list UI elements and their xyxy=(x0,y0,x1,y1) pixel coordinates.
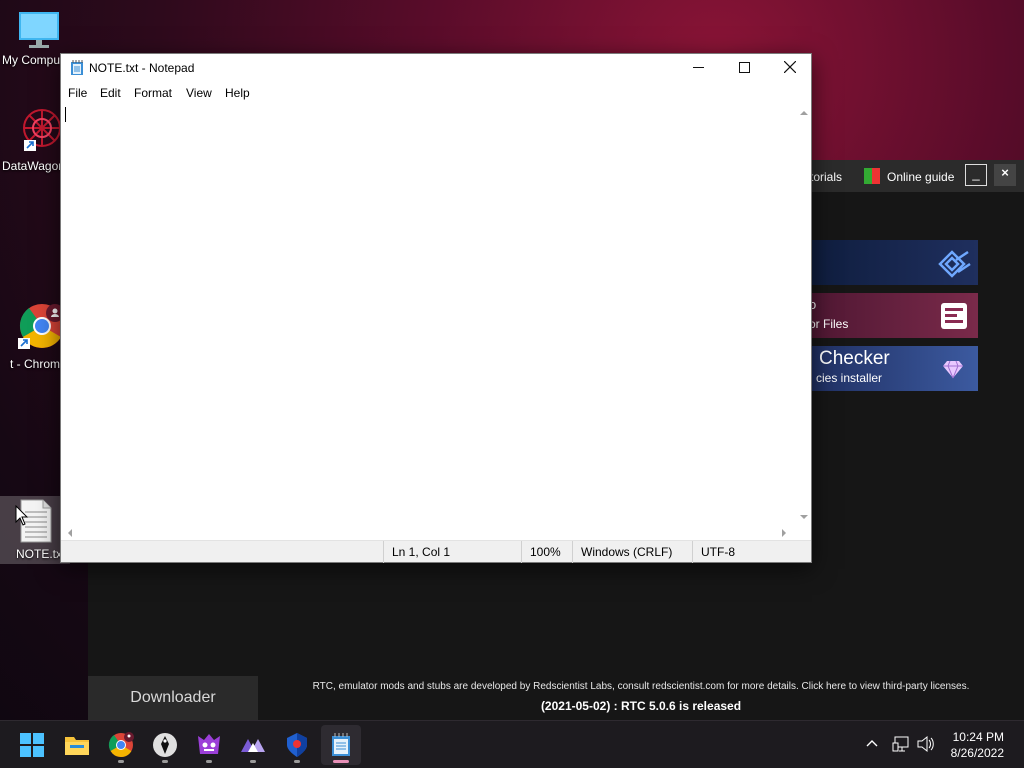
running-indicator xyxy=(250,760,256,763)
horizontal-scrollbar[interactable] xyxy=(61,526,797,540)
cursor-position: Ln 1, Col 1 xyxy=(383,541,521,563)
menu-help[interactable]: Help xyxy=(225,86,250,100)
mouse-pointer-icon xyxy=(15,505,29,526)
title-bar[interactable]: NOTE.txt - Notepad xyxy=(61,54,811,82)
notepad-icon xyxy=(71,60,83,75)
card-title: Checker xyxy=(819,348,890,369)
pcsx2-logo-icon xyxy=(938,250,971,278)
windows-logo-icon xyxy=(20,733,44,757)
launcher-card-1[interactable] xyxy=(788,240,978,285)
folder-icon xyxy=(65,737,89,755)
launcher-minimize-button[interactable]: _ xyxy=(965,164,987,186)
file-list-icon xyxy=(941,303,967,329)
diamond-icon xyxy=(943,360,963,379)
menu-bar: File Edit Format View Help xyxy=(61,82,811,104)
text-editor-area[interactable] xyxy=(61,104,797,526)
shield-icon xyxy=(287,733,307,757)
close-icon xyxy=(783,60,797,74)
running-indicator xyxy=(206,760,212,763)
computer-icon xyxy=(19,12,59,48)
taskbar-app-bird[interactable] xyxy=(145,725,185,765)
taskbar-app-triangle[interactable] xyxy=(233,725,273,765)
triangles-logo-icon xyxy=(241,739,265,752)
clock-time: 10:24 PM xyxy=(952,730,1004,744)
card-subtitle: cies installer xyxy=(816,371,883,385)
monster-logo-icon xyxy=(198,734,220,754)
downloader-button[interactable]: Downloader xyxy=(88,676,258,720)
taskbar-app-shield[interactable] xyxy=(277,725,317,765)
launcher-close-button[interactable]: × xyxy=(994,164,1016,186)
menu-view[interactable]: View xyxy=(186,86,212,100)
zoom-level: 100% xyxy=(521,541,572,563)
menu-edit[interactable]: Edit xyxy=(100,86,121,100)
clock-date: 8/26/2022 xyxy=(950,746,1004,760)
start-button[interactable] xyxy=(12,725,52,765)
chrome-icon xyxy=(108,732,134,758)
taskbar-file-explorer[interactable] xyxy=(57,725,97,765)
launcher-card-3[interactable]: Checker cies installer xyxy=(788,346,978,391)
notepad-icon xyxy=(332,733,350,756)
credits-text[interactable]: RTC, emulator mods and stubs are develop… xyxy=(288,681,994,692)
release-text: (2021-05-02) : RTC 5.0.6 is released xyxy=(540,699,742,713)
card-subtitle: or Files xyxy=(809,317,849,331)
show-hidden-icons-chevron-icon[interactable] xyxy=(864,736,880,753)
vertical-scrollbar[interactable] xyxy=(797,104,811,526)
menu-format[interactable]: Format xyxy=(134,86,172,100)
active-indicator xyxy=(333,760,349,763)
online-guide-tab[interactable]: Online guide xyxy=(887,166,954,188)
scroll-left-arrow-icon xyxy=(68,529,72,537)
network-icon[interactable] xyxy=(892,735,910,756)
maximize-icon xyxy=(738,62,750,73)
text-caret xyxy=(65,107,66,122)
window-title: NOTE.txt - Notepad xyxy=(89,61,195,75)
close-button[interactable] xyxy=(767,54,813,82)
maximize-button[interactable] xyxy=(721,54,767,82)
running-indicator xyxy=(118,760,124,763)
menu-file[interactable]: File xyxy=(68,86,87,100)
line-ending: Windows (CRLF) xyxy=(572,541,692,563)
minimize-button[interactable] xyxy=(675,54,721,82)
launcher-card-2[interactable]: o or Files xyxy=(788,293,978,338)
online-guide-icon xyxy=(864,168,880,184)
taskbar-notepad[interactable] xyxy=(321,725,361,765)
taskbar: 10:24 PM 8/26/2022 xyxy=(0,720,1024,768)
minimize-icon xyxy=(692,67,704,68)
scroll-up-arrow-icon xyxy=(800,111,808,115)
tutorials-tab[interactable]: torials xyxy=(810,166,842,188)
scroll-right-arrow-icon xyxy=(782,529,786,537)
bird-logo-icon xyxy=(153,733,177,757)
taskbar-app-monster[interactable] xyxy=(189,725,229,765)
taskbar-chrome[interactable] xyxy=(101,725,141,765)
scroll-down-arrow-icon xyxy=(800,515,808,519)
system-clock[interactable]: 10:24 PM 8/26/2022 xyxy=(951,729,1004,761)
running-indicator xyxy=(294,760,300,763)
running-indicator xyxy=(162,760,168,763)
status-bar: Ln 1, Col 1 100% Windows (CRLF) UTF-8 xyxy=(61,540,811,563)
notepad-window: NOTE.txt - Notepad File Edit Format View… xyxy=(60,53,812,563)
datawagon-icon xyxy=(23,109,61,151)
volume-icon[interactable] xyxy=(916,735,936,756)
encoding: UTF-8 xyxy=(692,541,811,563)
